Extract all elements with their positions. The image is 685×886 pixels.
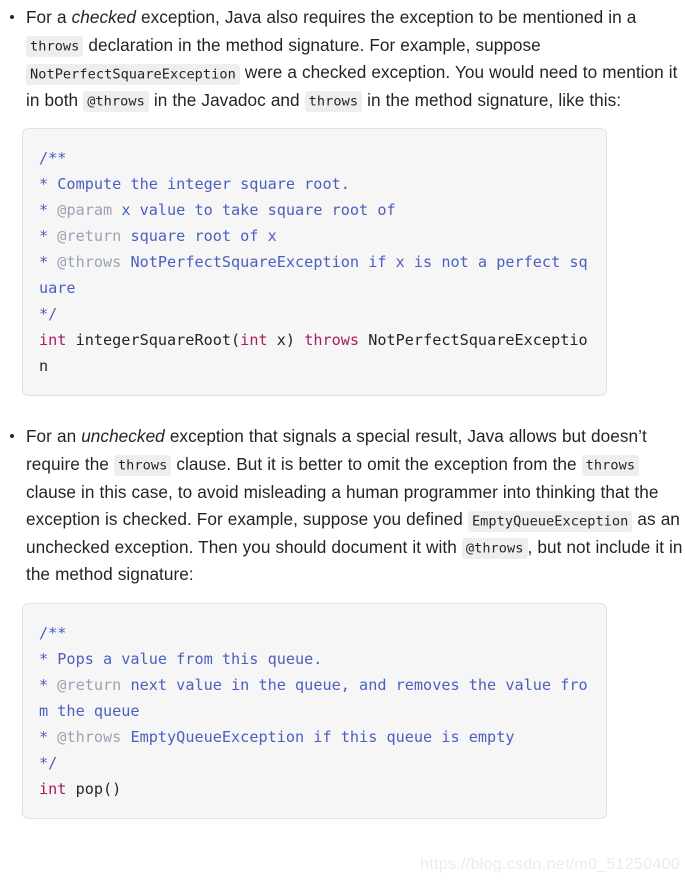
emphasis-unchecked: unchecked — [81, 426, 165, 447]
csdn-watermark: https://blog.csdn.net/m0_51250400 — [420, 856, 680, 873]
code-token-comment: /** — [39, 149, 67, 168]
code-token-comment: x value to take square root of — [112, 201, 396, 220]
paragraph-unchecked-exception: For an unchecked exception that signals … — [26, 423, 685, 589]
text-fragment: For an — [26, 426, 82, 447]
code-line: * Pops a value from this queue. — [39, 650, 322, 668]
inline-code-at-throws: @throws — [83, 91, 149, 113]
code-token-doctag: @throws — [57, 253, 122, 272]
code-token-comment: NotPerfectSquareException if x is not a … — [39, 253, 588, 298]
code-line: * @throws EmptyQueueException if this qu… — [39, 728, 515, 746]
code-line: /** — [39, 624, 66, 642]
inline-code-throws-2: throws — [304, 91, 363, 113]
code-line: /** — [39, 149, 66, 167]
code-token-plain: integerSquareRoot( — [66, 331, 241, 350]
code-token-comment: next value in the queue, and removes the… — [39, 675, 588, 720]
inline-code-throws-2: throws — [581, 455, 640, 477]
code-line: */ — [39, 305, 57, 323]
text-fragment: declaration in the method signature. For… — [83, 34, 541, 55]
code-token-keyword: int — [39, 779, 67, 798]
code-token-comment: */ — [39, 305, 58, 324]
code-token-comment: * — [39, 227, 58, 246]
text-fragment: exception, Java also requires the except… — [135, 7, 637, 27]
list-item-unchecked-exception: For an unchecked exception that signals … — [0, 423, 685, 819]
code-token-comment: EmptyQueueException if this queue is emp… — [121, 727, 515, 746]
inline-code-throws: throws — [26, 36, 84, 58]
code-line: * @return square root of x — [39, 227, 277, 245]
code-token-doctag: @param — [57, 201, 113, 220]
code-line: * @throws NotPerfectSquareException if x… — [39, 253, 588, 297]
code-token-comment: square root of x — [121, 227, 277, 246]
inline-code-at-throws: @throws — [461, 538, 528, 560]
code-token-comment: * Pops a value from this queue. — [39, 649, 323, 668]
exception-bullet-list: For a checked exception, Java also requi… — [0, 4, 685, 819]
code-line: * @return next value in the queue, and r… — [39, 676, 588, 720]
code-token-keyword: int — [39, 331, 67, 350]
code-token-comment: * Compute the integer square root. — [39, 175, 350, 194]
code-token-comment: /** — [39, 623, 67, 642]
inline-code-notperfectsquareexception: NotPerfectSquareException — [26, 63, 240, 85]
bullet-dot-icon — [10, 434, 14, 439]
code-line: int pop() — [39, 780, 121, 798]
list-item-checked-exception: For a checked exception, Java also requi… — [0, 4, 685, 397]
code-token-comment: * — [39, 253, 58, 272]
inline-code-emptyqueueexception: EmptyQueueException — [467, 510, 633, 532]
bullet-dot-icon — [10, 15, 14, 19]
code-token-comment: * — [39, 201, 58, 220]
code-token-keyword: int — [240, 331, 268, 350]
code-token-doctag: @return — [57, 675, 122, 694]
code-block-integer-square-root: /** * Compute the integer square root. *… — [22, 128, 607, 397]
text-fragment: in the Javadoc and — [148, 89, 305, 110]
code-token-plain: pop() — [66, 779, 122, 798]
text-fragment: For a — [26, 7, 72, 27]
code-token-doctag: @return — [57, 227, 122, 246]
code-line: int integerSquareRoot(int x) throws NotP… — [39, 331, 588, 375]
text-fragment: in the method signature, like this: — [362, 89, 622, 110]
code-line: * @param x value to take square root of — [39, 201, 396, 219]
code-line: * Compute the integer square root. — [39, 175, 350, 193]
code-token-doctag: @throws — [57, 727, 122, 746]
document-page: For a checked exception, Java also requi… — [0, 0, 685, 886]
paragraph-checked-exception: For a checked exception, Java also requi… — [26, 4, 685, 114]
code-token-comment: * — [39, 727, 58, 746]
code-token-comment: * — [39, 675, 58, 694]
emphasis-checked: checked — [71, 7, 136, 27]
text-fragment: clause. But it is better to omit the exc… — [171, 453, 582, 474]
inline-code-throws: throws — [113, 455, 172, 477]
code-block-pop: /** * Pops a value from this queue. * @r… — [22, 602, 607, 819]
code-line: */ — [39, 754, 57, 772]
code-token-plain: x) — [267, 331, 305, 350]
code-token-comment: */ — [39, 753, 58, 772]
code-token-keyword: throws — [304, 331, 360, 350]
